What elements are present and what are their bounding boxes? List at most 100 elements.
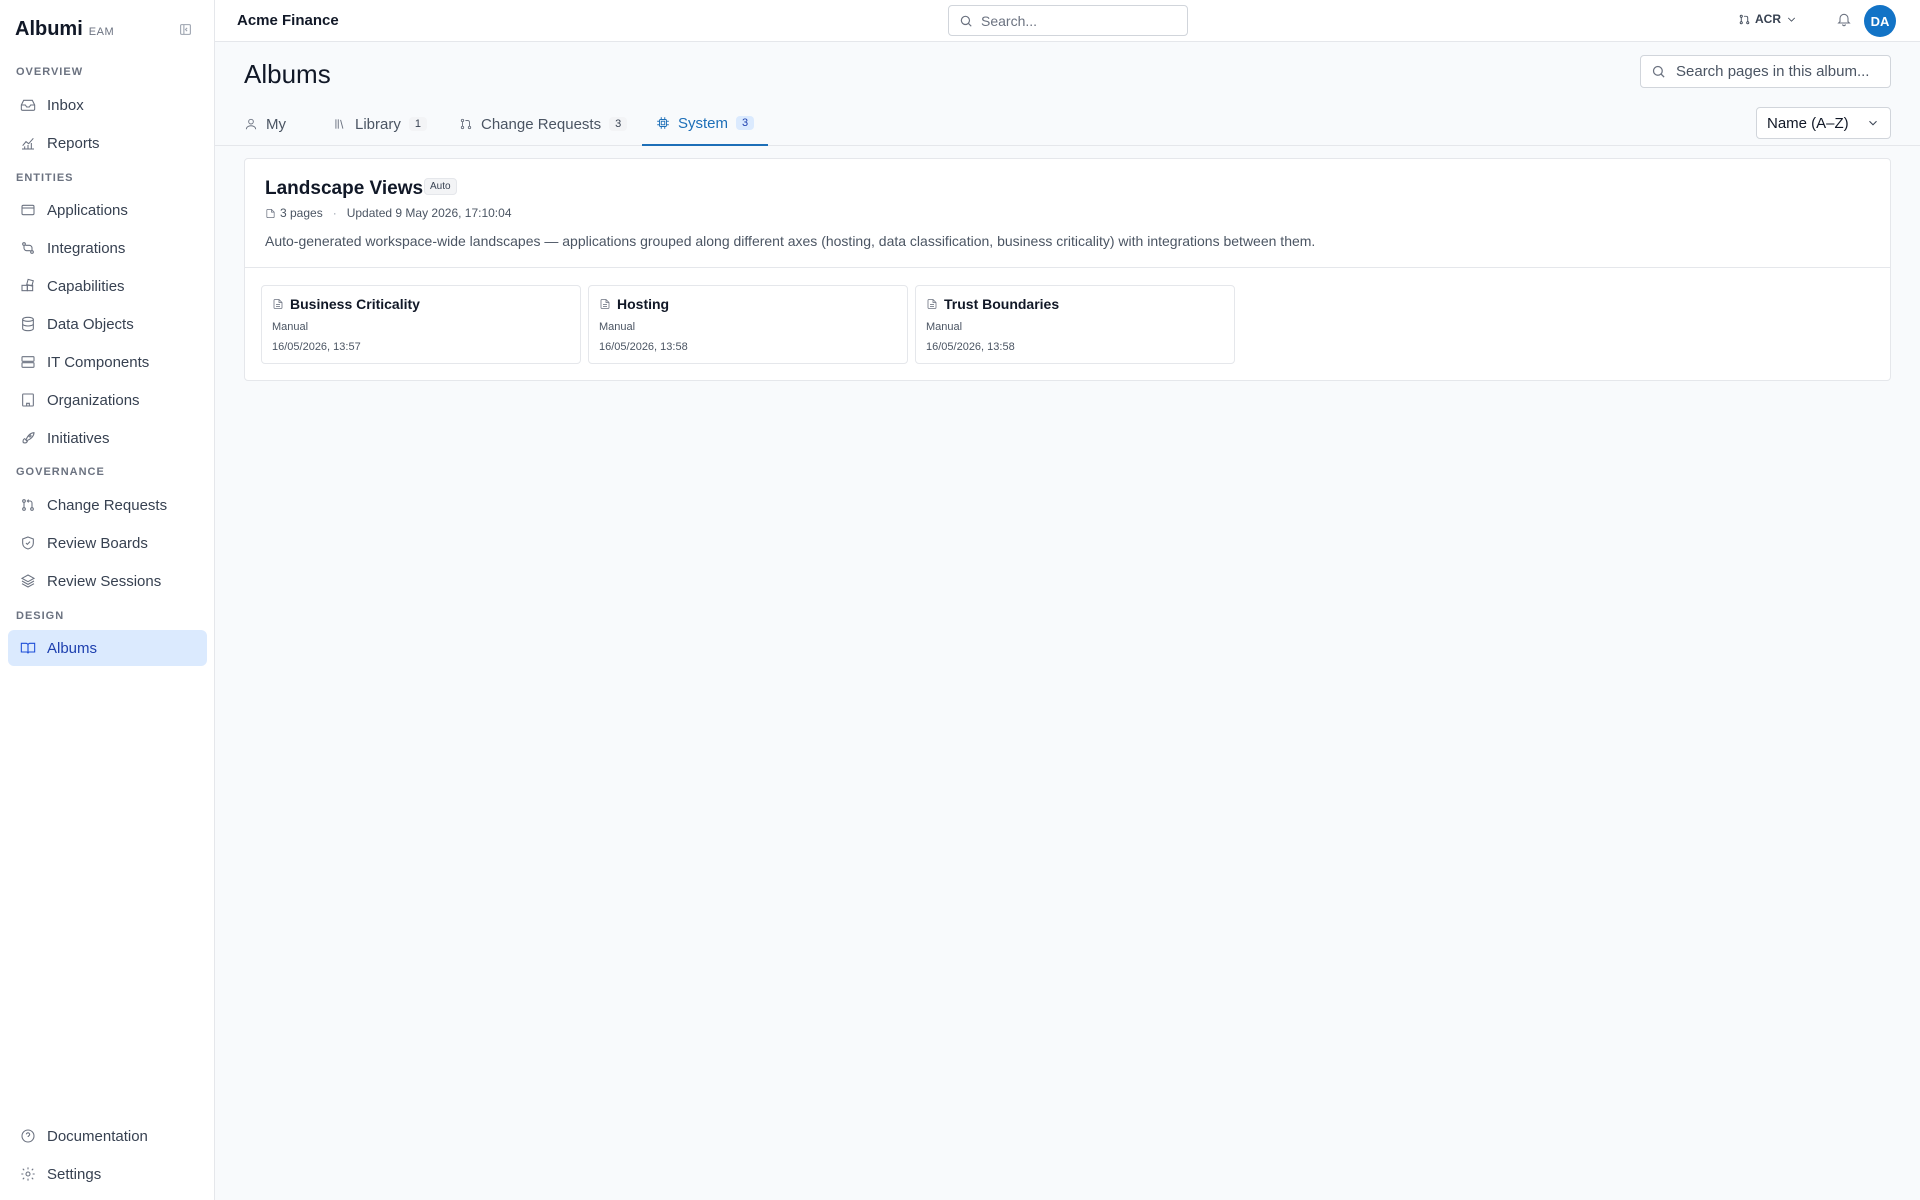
tab-change-requests[interactable]: Change Requests 3	[445, 102, 641, 146]
collapse-sidebar-icon[interactable]	[176, 20, 194, 38]
global-search-input[interactable]	[981, 12, 1171, 29]
page-card-title-text: Business Criticality	[290, 296, 420, 312]
page-card-date: 16/05/2026, 13:57	[272, 341, 361, 353]
album-updated: Updated 9 May 2026, 17:10:04	[346, 206, 512, 220]
tab-system[interactable]: System 3	[642, 102, 769, 146]
album-meta: 3 pages · Updated 9 May 2026, 17:10:04	[265, 206, 512, 220]
user-icon	[245, 118, 257, 130]
tab-count-badge: 3	[736, 116, 755, 130]
tab-library[interactable]: Library 1	[319, 102, 441, 146]
sidebar-item-label: Data Objects	[47, 315, 134, 333]
sort-value: Name (A–Z)	[1767, 114, 1849, 132]
tab-my[interactable]: My	[230, 102, 300, 146]
tab-label: System	[678, 114, 729, 132]
sidebar-item-label: Initiatives	[47, 429, 110, 447]
sidebar-item-reports[interactable]: Reports	[8, 125, 207, 161]
building-icon	[22, 393, 34, 407]
album-search-input[interactable]	[1676, 63, 1886, 80]
sidebar-item-label: Albums	[47, 639, 98, 657]
sidebar-item-label: Change Requests	[47, 496, 168, 514]
chart-icon	[22, 137, 34, 150]
album-header: Landscape Views Auto 3 pages · Updated 9…	[245, 159, 1890, 268]
search-icon	[1652, 65, 1665, 78]
help-circle-icon	[21, 1129, 35, 1143]
sidebar-item-data-objects[interactable]: Data Objects	[8, 306, 207, 342]
nav-section-governance: GOVERNANCE	[16, 466, 105, 478]
tab-label: My	[266, 115, 286, 133]
nav-section-entities: ENTITIES	[16, 172, 74, 184]
sidebar-item-label: Organizations	[47, 391, 140, 409]
meta-separator: ·	[332, 206, 337, 220]
sidebar-item-settings[interactable]: Settings	[8, 1156, 207, 1192]
sidebar-item-it-components[interactable]: IT Components	[8, 344, 207, 380]
sidebar-item-albums[interactable]: Albums	[8, 630, 207, 666]
chevron-down-icon	[1787, 17, 1796, 22]
brand-name: Albumi	[15, 18, 83, 40]
nav-section-overview: OVERVIEW	[16, 66, 84, 78]
git-pull-request-icon	[1739, 14, 1750, 24]
album-auto-badge: Auto	[424, 178, 457, 195]
album-card: Landscape Views Auto 3 pages · Updated 9…	[244, 158, 1891, 381]
bell-icon	[1837, 13, 1851, 27]
sidebar-item-review-boards[interactable]: Review Boards	[8, 525, 207, 561]
sidebar-item-inbox[interactable]: Inbox	[8, 87, 207, 123]
album-page-card[interactable]: Trust Boundaries Manual 16/05/2026, 13:5…	[915, 285, 1235, 364]
database-icon	[22, 316, 34, 332]
album-name[interactable]: Landscape Views	[265, 178, 423, 200]
avatar[interactable]: DA	[1864, 5, 1896, 37]
git-pull-request-icon	[460, 118, 472, 130]
sidebar-item-label: Capabilities	[47, 277, 125, 295]
page-card-title: Hosting	[599, 296, 669, 312]
chevron-down-icon	[1869, 120, 1877, 126]
album-page-card[interactable]: Business Criticality Manual 16/05/2026, …	[261, 285, 581, 364]
sidebar-item-documentation[interactable]: Documentation	[8, 1118, 207, 1154]
document-icon	[927, 299, 937, 309]
page-card-date: 16/05/2026, 13:58	[926, 341, 1015, 353]
tab-count-badge: 1	[408, 117, 427, 131]
brand-logo[interactable]: Albumi EAM	[15, 18, 114, 41]
sidebar-item-label: Documentation	[47, 1127, 148, 1145]
sidebar-item-label: Settings	[47, 1165, 102, 1183]
book-open-icon	[20, 642, 36, 654]
nav-section-design: DESIGN	[16, 610, 65, 622]
sidebar-item-label: Review Boards	[47, 534, 148, 552]
git-pull-request-icon	[22, 499, 34, 511]
top-bar: Acme Finance ACR DA	[215, 0, 1920, 42]
workspace-name[interactable]: Acme Finance	[237, 12, 339, 29]
change-request-label: ACR	[1755, 12, 1781, 26]
album-tabs: My Library 1 Change Requests 3 System 3	[215, 102, 1920, 146]
gear-icon	[21, 1167, 35, 1181]
sort-select[interactable]: Name (A–Z)	[1756, 107, 1891, 139]
brand-subtitle: EAM	[88, 26, 115, 38]
sidebar-item-label: Inbox	[47, 96, 84, 114]
shield-check-icon	[22, 536, 34, 550]
inbox-icon	[20, 99, 36, 111]
album-page-card[interactable]: Hosting Manual 16/05/2026, 13:58	[588, 285, 908, 364]
album-search[interactable]	[1640, 55, 1891, 88]
change-request-selector[interactable]: ACR	[1738, 12, 1798, 26]
page-card-type: Manual	[272, 321, 309, 333]
sidebar-item-initiatives[interactable]: Initiatives	[8, 420, 207, 456]
sidebar-item-change-requests[interactable]: Change Requests	[8, 487, 207, 523]
document-icon	[600, 299, 610, 309]
sidebar-item-organizations[interactable]: Organizations	[8, 382, 207, 418]
integration-icon	[22, 242, 34, 254]
notifications-button[interactable]	[1836, 11, 1854, 29]
page-card-title: Business Criticality	[272, 296, 420, 312]
main-content: Albums My Library 1 Change Requests 3 Sy…	[215, 42, 1920, 1200]
page-title: Albums	[244, 59, 331, 89]
page-card-title-text: Hosting	[617, 296, 670, 312]
page-card-date: 16/05/2026, 13:58	[599, 341, 688, 353]
rocket-icon	[22, 432, 35, 444]
sidebar-item-applications[interactable]: Applications	[8, 192, 207, 228]
sidebar-item-capabilities[interactable]: Capabilities	[8, 268, 207, 304]
tab-count-badge: 3	[609, 117, 628, 131]
page-card-title-text: Trust Boundaries	[944, 296, 1060, 312]
sidebar-item-integrations[interactable]: Integrations	[8, 230, 207, 266]
server-icon	[21, 356, 35, 368]
page-card-type: Manual	[926, 321, 963, 333]
sidebar-item-review-sessions[interactable]: Review Sessions	[8, 563, 207, 599]
global-search[interactable]	[948, 5, 1188, 36]
cpu-icon	[657, 117, 669, 129]
search-icon	[960, 15, 972, 27]
